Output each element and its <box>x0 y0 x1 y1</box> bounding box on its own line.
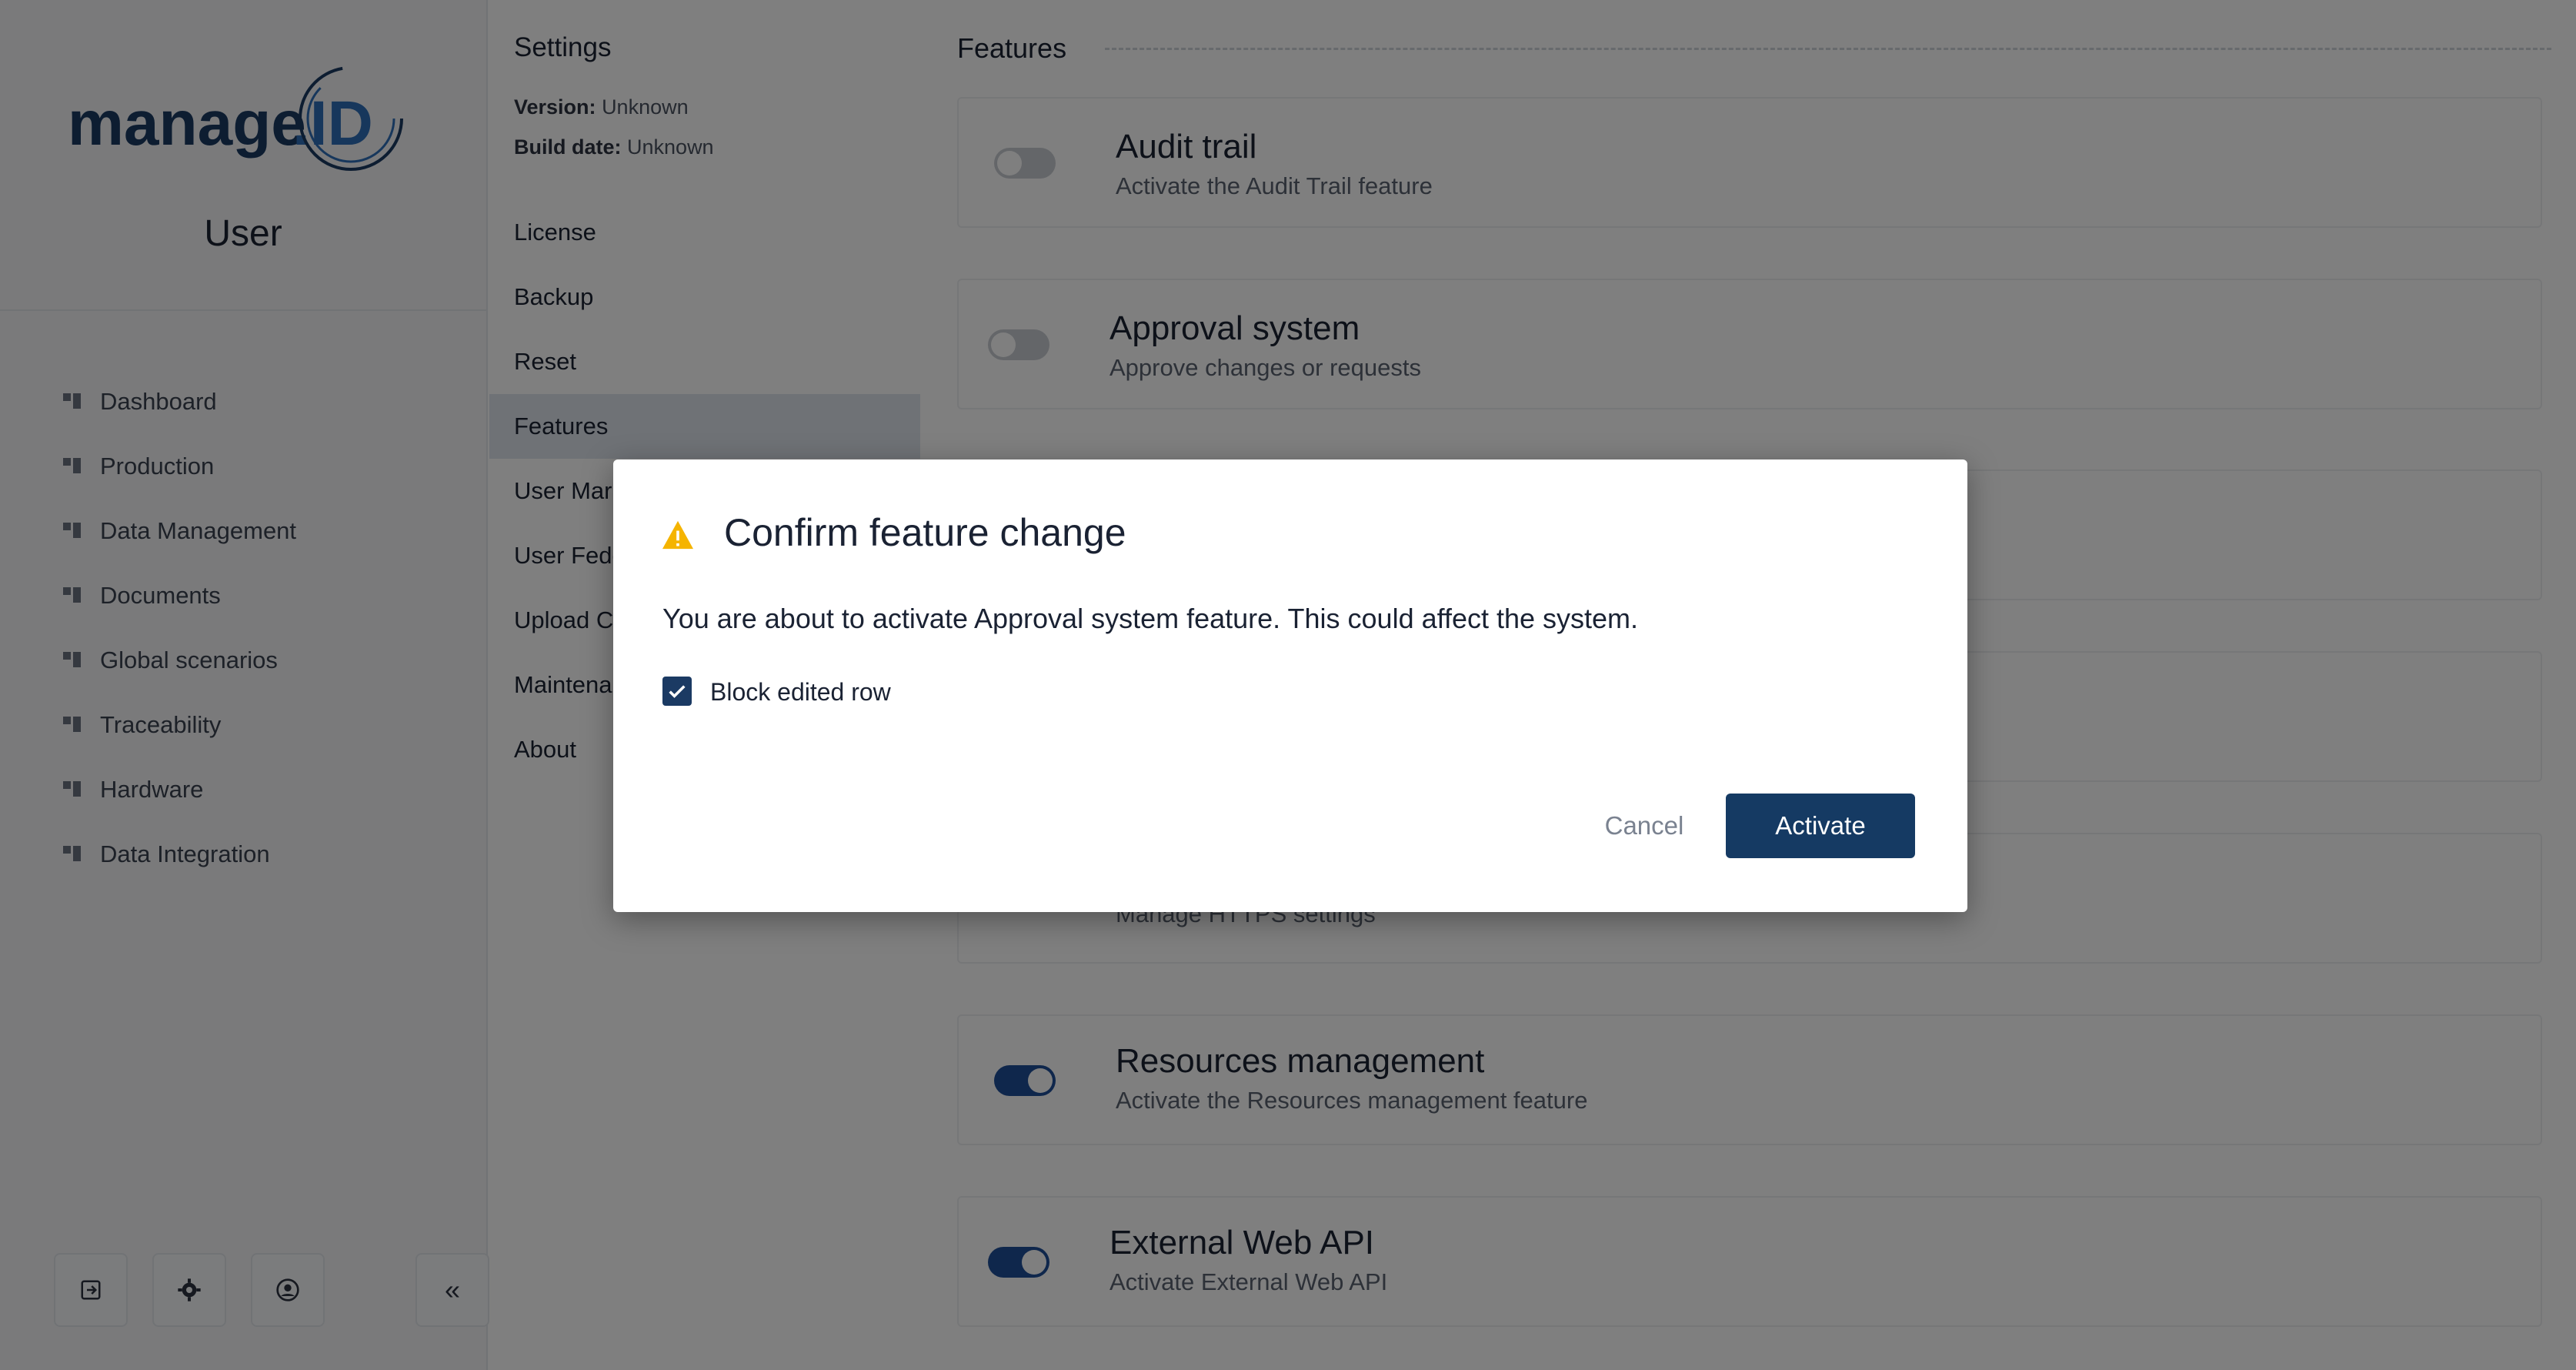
activate-button[interactable]: Activate <box>1726 794 1915 858</box>
cancel-button[interactable]: Cancel <box>1560 794 1729 858</box>
dialog-title: Confirm feature change <box>724 511 1126 554</box>
block-edited-row-checkbox[interactable] <box>662 677 692 706</box>
confirm-feature-dialog: Confirm feature change You are about to … <box>613 459 1967 912</box>
warning-icon <box>662 520 693 550</box>
checkbox-label[interactable]: Block edited row <box>710 678 891 707</box>
checkmark-icon <box>669 685 686 698</box>
dialog-message: You are about to activate Approval syste… <box>662 603 1639 634</box>
